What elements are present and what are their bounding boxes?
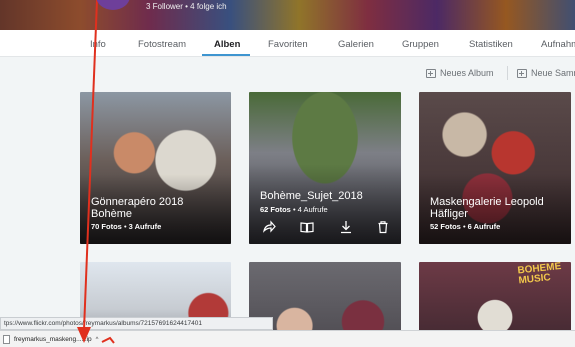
tab-gruppen[interactable]: Gruppen — [402, 39, 439, 50]
album-hover-actions — [249, 220, 401, 240]
album-card[interactable]: Bohème_Sujet_2018 62 Fotos • 4 Aufrufe — [249, 92, 401, 244]
album-card[interactable]: Gönnerapéro 2018 Bohème 70 Fotos • 3 Auf… — [80, 92, 231, 244]
tab-aufnahmen[interactable]: Aufnahmen — [541, 39, 575, 50]
tab-alben[interactable]: Alben — [214, 39, 240, 50]
avatar[interactable] — [96, 0, 130, 10]
tab-galerien[interactable]: Galerien — [338, 39, 374, 50]
new-album-label: Neues Album — [440, 68, 494, 78]
status-bar-url: tps://www.flickr.com/photos/freymarkus/a… — [0, 317, 273, 330]
add-collection-icon — [517, 68, 527, 78]
follower-stats: 3 Follower • 4 folge ich — [146, 2, 227, 11]
album-view-count: 6 Aufrufe — [467, 222, 501, 231]
tab-favoriten[interactable]: Favoriten — [268, 39, 308, 50]
album-meta: 52 Fotos • 6 Aufrufe — [430, 222, 500, 231]
download-icon[interactable] — [339, 220, 353, 234]
tab-statistiken[interactable]: Statistiken — [469, 39, 513, 50]
tab-info[interactable]: Info — [90, 39, 106, 50]
profile-nav: Info Fotostream Alben Favoriten Galerien… — [0, 30, 575, 57]
add-album-icon — [426, 68, 436, 78]
album-title: Bohème_Sujet_2018 — [260, 190, 363, 202]
new-collection-button[interactable]: Neue Samm — [517, 68, 575, 78]
download-menu-caret[interactable]: ^ — [96, 337, 99, 343]
album-card[interactable]: Maskengalerie Leopold Häfliger 52 Fotos … — [419, 92, 571, 244]
toolbar-divider — [507, 66, 508, 80]
album-photo-count: 52 Fotos — [430, 222, 461, 231]
download-filename: freymarkus_maskeng....zip — [14, 336, 92, 343]
album-photo-count: 62 Fotos — [260, 205, 291, 214]
album-view-count: 3 Aufrufe — [128, 222, 162, 231]
new-album-button[interactable]: Neues Album — [426, 68, 494, 78]
share-icon[interactable] — [262, 220, 276, 234]
active-tab-indicator — [202, 54, 250, 56]
new-collection-label: Neue Samm — [531, 68, 575, 78]
tab-fotostream[interactable]: Fotostream — [138, 39, 186, 50]
album-view-count: 4 Aufrufe — [297, 205, 328, 214]
profile-cover: 3 Follower • 4 folge ich — [0, 0, 575, 30]
trash-icon[interactable] — [376, 220, 390, 234]
album-meta: 70 Fotos • 3 Aufrufe — [91, 222, 161, 231]
album-photo-count: 70 Fotos — [91, 222, 122, 231]
download-item[interactable]: freymarkus_maskeng....zip ^ — [3, 334, 118, 345]
download-shelf: freymarkus_maskeng....zip ^ — [0, 330, 575, 347]
album-title: Gönnerapéro 2018 Bohème — [91, 196, 184, 220]
album-photo-sign-text: BOHEME MUSIC — [516, 262, 562, 287]
book-icon[interactable] — [300, 220, 314, 234]
album-meta: 62 Fotos • 4 Aufrufe — [260, 205, 328, 214]
album-title: Maskengalerie Leopold Häfliger — [430, 196, 544, 220]
file-icon — [3, 335, 10, 344]
